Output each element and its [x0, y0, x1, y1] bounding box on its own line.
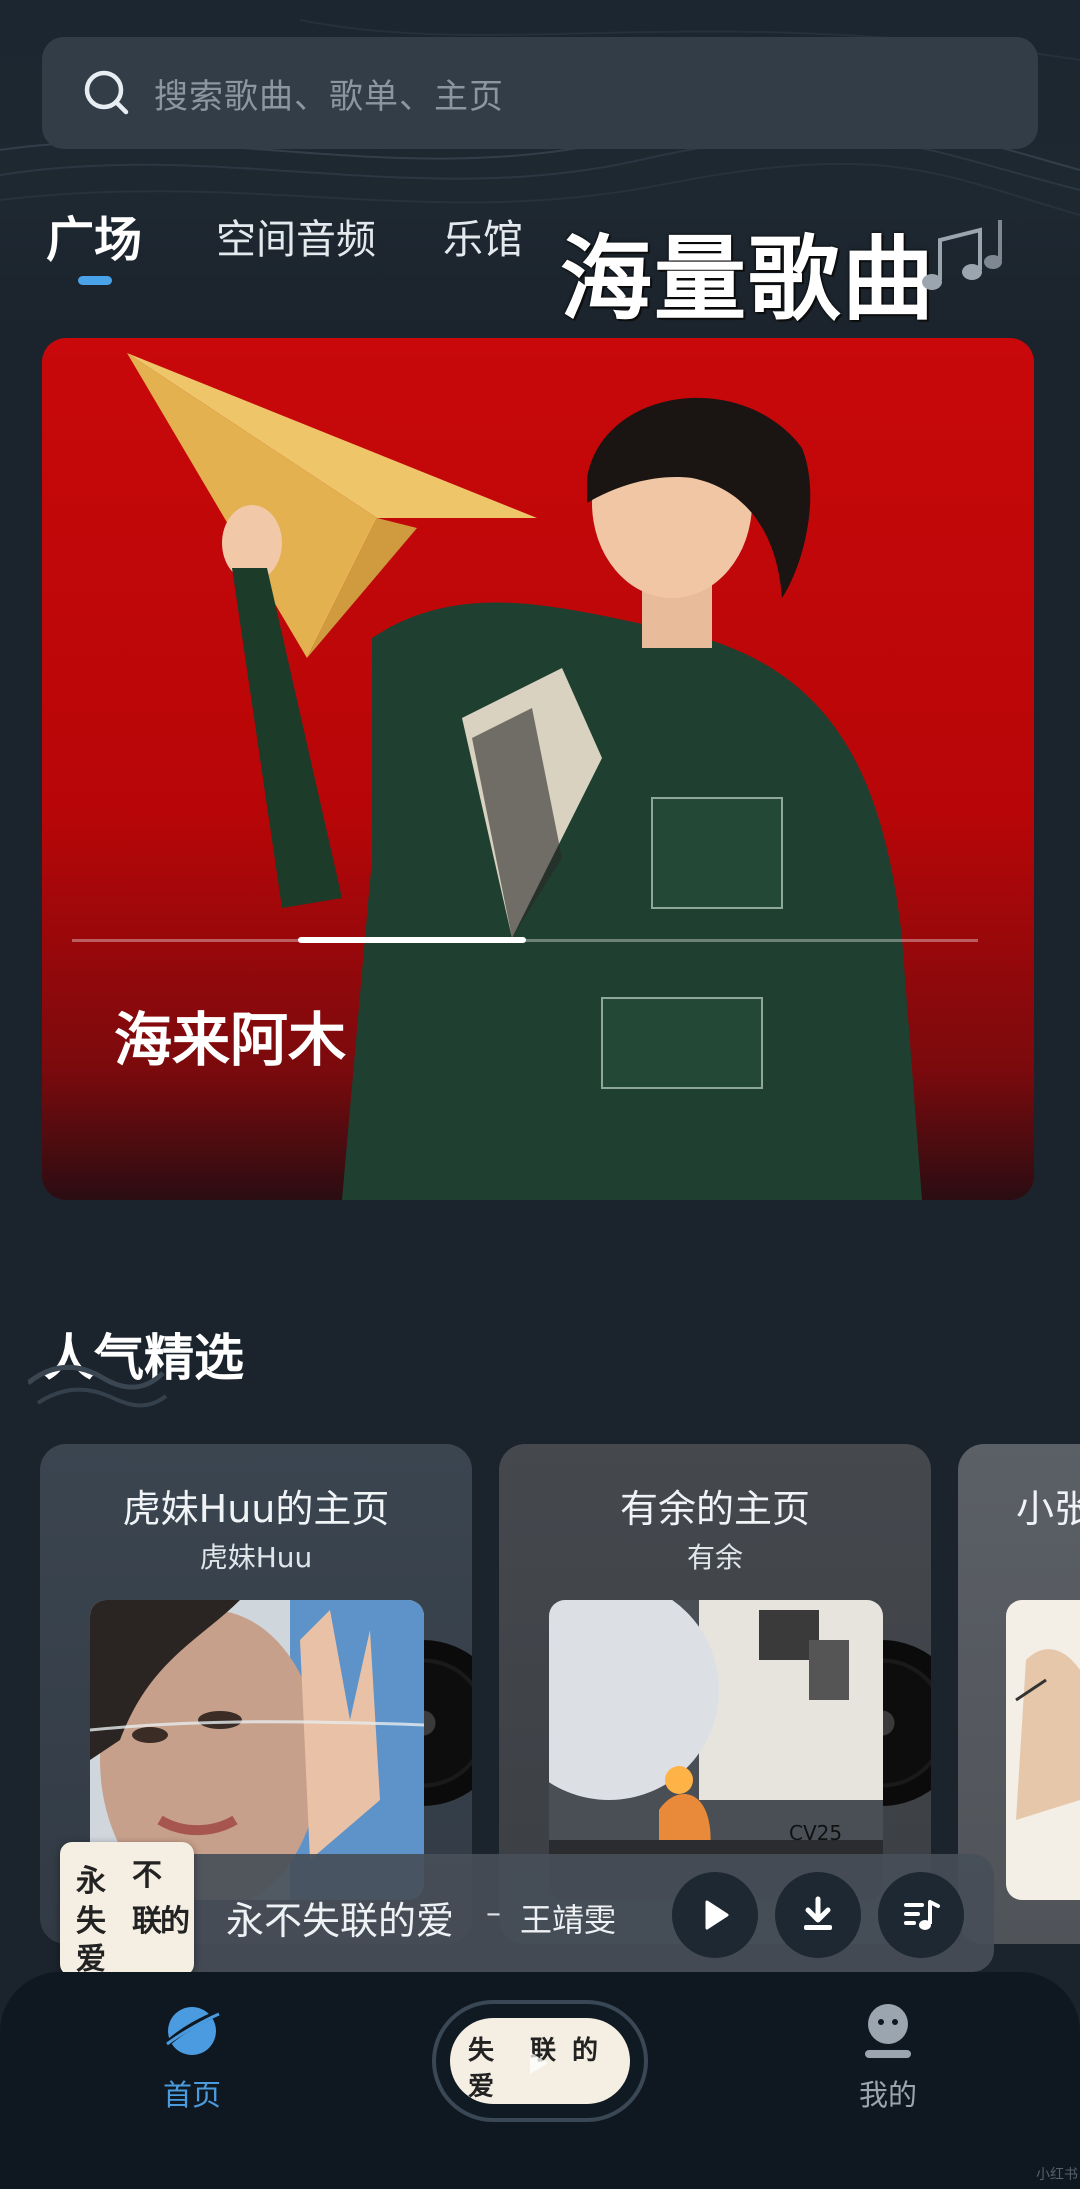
now-playing-separator: –	[486, 1896, 501, 1931]
card-title: 有余的主页	[619, 1487, 810, 1531]
tab-spatial-audio[interactable]: 空间音频	[216, 207, 376, 265]
active-tab-indicator	[78, 276, 112, 285]
nav-mine-label: 我的	[858, 2078, 917, 2112]
banner-title: 海来阿木	[114, 1006, 347, 1074]
card-title: 虎妹Huu的主页	[122, 1487, 390, 1531]
featured-banner[interactable]: 海来阿木	[42, 338, 1034, 1200]
play-button[interactable]	[672, 1872, 758, 1958]
now-playing-dock-cover[interactable]: 失 联 的 爱	[450, 2018, 630, 2104]
cover-glyph: 爱	[468, 2072, 495, 2102]
nav-home[interactable]: 首页	[122, 2000, 262, 2114]
cover-glyph: 永	[76, 1864, 106, 1899]
nav-home-label: 首页	[162, 2078, 221, 2112]
search-icon	[84, 70, 129, 115]
music-notes-icon	[922, 220, 1002, 290]
cover-glyph: 不	[132, 1858, 162, 1893]
play-icon	[705, 1900, 729, 1930]
card-cover-image	[1006, 1600, 1080, 1900]
profile-icon	[865, 2004, 911, 2058]
cover-glyph: 的	[572, 2036, 599, 2066]
now-playing-cover[interactable]: 永 不 失 联 的 爱	[60, 1842, 194, 1976]
cover-glyph: 爱	[76, 1942, 106, 1976]
nav-mine[interactable]: 我的	[818, 2000, 958, 2114]
now-playing-title: 永不失联的爱	[226, 1899, 455, 1943]
download-button[interactable]	[775, 1872, 861, 1958]
search-placeholder: 搜索歌曲、歌单、主页	[154, 76, 504, 117]
card-subtitle: 虎妹Huu	[199, 1541, 313, 1574]
download-icon	[804, 1896, 832, 1930]
cover-glyph: 联	[132, 1904, 162, 1939]
promo-overlay-text: 海量歌曲	[560, 226, 937, 333]
playlist-button[interactable]	[878, 1872, 964, 1958]
section-wave-decoration	[28, 1364, 168, 1408]
card-subtitle: 有余	[686, 1541, 743, 1574]
banner-pager-active	[298, 937, 526, 943]
cover-glyph: 失	[468, 2036, 495, 2066]
tab-square[interactable]: 广场	[46, 200, 142, 270]
play-icon	[530, 2052, 548, 2074]
planet-icon	[162, 2007, 223, 2055]
now-playing-artist: 王靖雯	[520, 1901, 617, 1939]
playlist-icon	[904, 1900, 940, 1930]
svg-text:CV25: CV25	[789, 1821, 842, 1845]
cover-glyph: 的	[160, 1904, 190, 1939]
card-title: 小张	[1016, 1487, 1080, 1531]
search-bar[interactable]: 搜索歌曲、歌单、主页	[42, 37, 1038, 149]
tab-music-hall[interactable]: 乐馆	[443, 207, 523, 265]
watermark: 小红书	[1036, 2167, 1078, 2183]
